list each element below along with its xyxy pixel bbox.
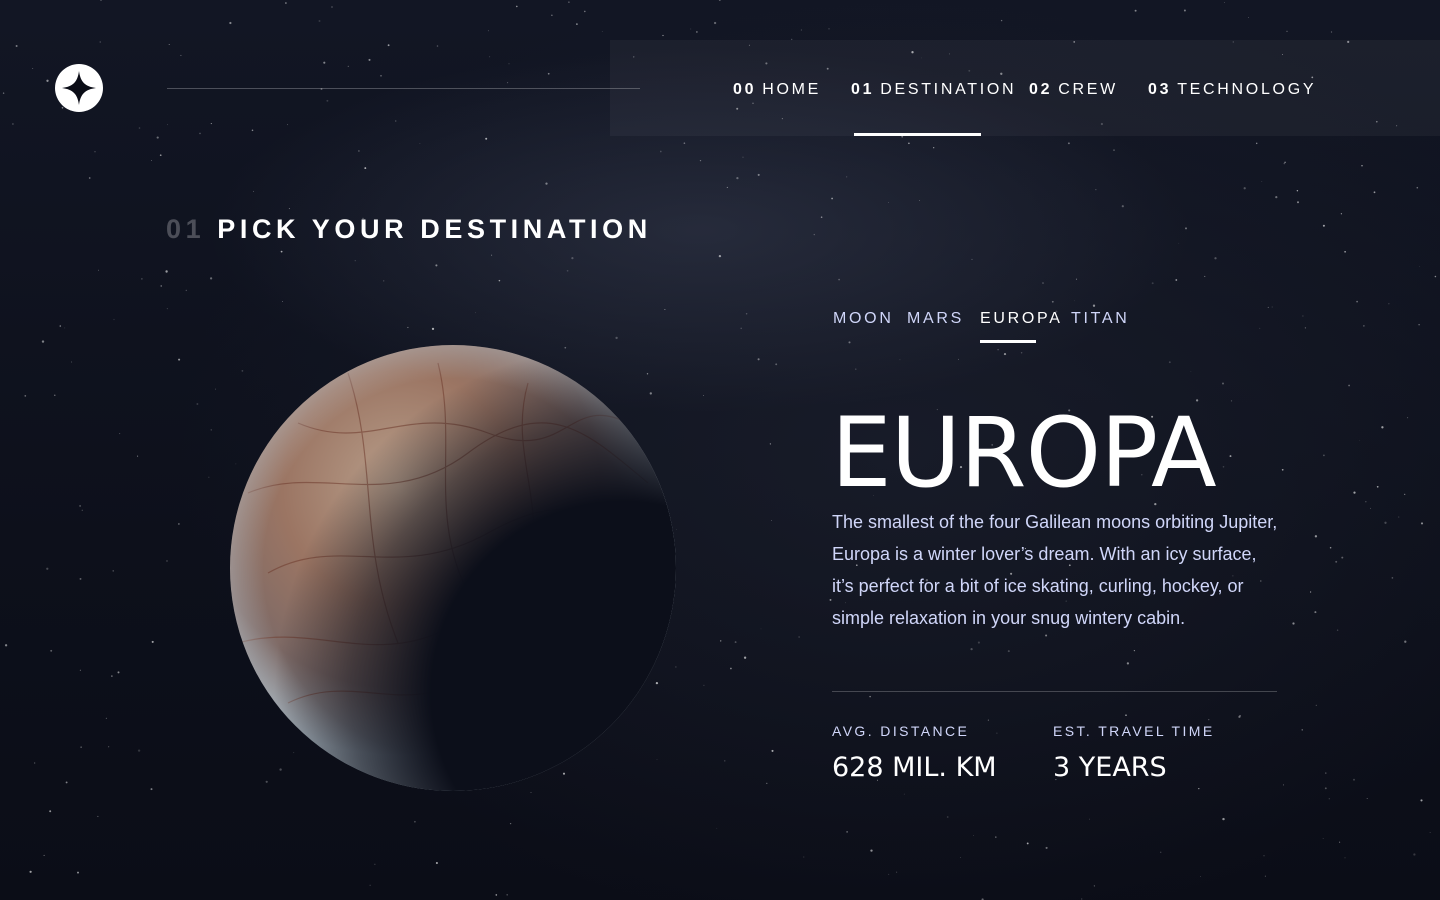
nav-active-indicator [854, 133, 981, 136]
tab-active-indicator [980, 340, 1036, 343]
page-title: 01 PICK YOUR DESTINATION [166, 214, 652, 245]
page-title-number: 01 [166, 214, 206, 244]
nav-item-number: 02 [1029, 81, 1053, 98]
nav-item-number: 01 [851, 81, 875, 98]
stat-distance-label: AVG. DISTANCE [832, 723, 970, 739]
page: 00 HOME 01 DESTINATION 02 CREW 03 TECHNOLOGY… [0, 0, 1440, 900]
tab-mars[interactable]: MARS [907, 310, 964, 328]
stat-travel-time-label: EST. TRAVEL TIME [1053, 723, 1215, 739]
header-divider-line [167, 88, 640, 89]
nav-item-number: 00 [733, 81, 757, 98]
nav-item-destination[interactable]: 01 DESTINATION [851, 40, 1016, 136]
nav-item-crew[interactable]: 02 CREW [1029, 40, 1118, 136]
nav-item-number: 03 [1148, 81, 1172, 98]
stats-divider [832, 691, 1277, 692]
page-title-text: PICK YOUR DESTINATION [217, 214, 652, 244]
nav-item-label: HOME [762, 81, 822, 98]
europa-planet-image [228, 343, 678, 793]
logo-icon[interactable] [55, 64, 103, 112]
nav-item-label: TECHNOLOGY [1177, 81, 1317, 98]
stat-distance-value: 628 MIL. KM [832, 752, 997, 783]
nav-item-technology[interactable]: 03 TECHNOLOGY [1148, 40, 1316, 136]
stat-travel-time-value: 3 YEARS [1053, 752, 1167, 783]
tab-titan[interactable]: TITAN [1071, 310, 1130, 328]
destination-name: EUROPA [831, 397, 1217, 509]
destination-description: The smallest of the four Galilean moons … [832, 512, 1278, 628]
nav-item-home[interactable]: 00 HOME [733, 40, 821, 136]
nav-item-label: CREW [1058, 81, 1118, 98]
tab-moon[interactable]: MOON [833, 310, 894, 328]
main-nav: 00 HOME 01 DESTINATION 02 CREW 03 TECHNOLOGY [610, 40, 1440, 136]
tab-europa[interactable]: EUROPA [980, 310, 1063, 328]
nav-item-label: DESTINATION [880, 81, 1017, 98]
